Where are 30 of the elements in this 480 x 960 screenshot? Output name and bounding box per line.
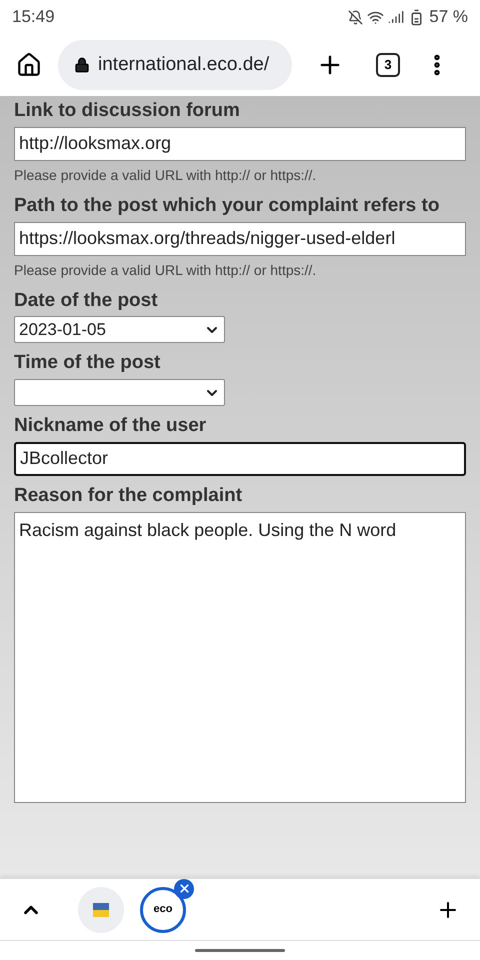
status-time: 15:49 xyxy=(12,6,55,28)
flag-icon xyxy=(93,902,109,916)
battery-level: 57 % xyxy=(429,6,468,28)
close-tab-button[interactable] xyxy=(174,878,194,898)
home-icon[interactable] xyxy=(16,52,42,78)
tab-thumbnail[interactable]: eco xyxy=(140,886,186,932)
field-label: Date of the post xyxy=(14,288,159,312)
url-text: international.eco.de/ xyxy=(98,52,270,77)
select-field[interactable]: 2023-01-05 xyxy=(14,316,225,344)
help-text: Please provide a valid URL with http:// or https://. xyxy=(14,166,318,185)
logo-text: eco xyxy=(154,902,172,918)
field-label: Link to discussion forum xyxy=(14,99,241,123)
mute-icon xyxy=(348,10,364,24)
select-value: 2023-01-05 xyxy=(19,319,106,341)
field-label: Nickname of the user xyxy=(14,414,208,438)
address-bar[interactable]: international.eco.de/ xyxy=(58,40,292,90)
text-field[interactable]: JBcollector xyxy=(14,442,466,476)
field-label: Reason for the complaint xyxy=(14,484,244,508)
close-icon xyxy=(178,882,190,895)
text-field[interactable]: http://looksmax.org xyxy=(14,126,466,161)
help-text: Please provide a valid URL with http:// or https://. xyxy=(14,260,318,280)
field-label: Path to the post which your complaint refers to xyxy=(14,194,440,218)
field-label: Time of the post xyxy=(14,351,162,375)
textarea-field[interactable]: Racism against black people. Using the N word xyxy=(14,512,466,802)
tab-thumbnail[interactable] xyxy=(78,886,124,932)
lock-icon xyxy=(74,57,90,73)
tab-count[interactable]: 3 xyxy=(376,53,400,77)
text-field[interactable]: https://looksmax.org/threads/nigger-used-elderl xyxy=(14,222,466,256)
select-field[interactable] xyxy=(14,379,225,406)
signal-icon xyxy=(388,9,404,25)
